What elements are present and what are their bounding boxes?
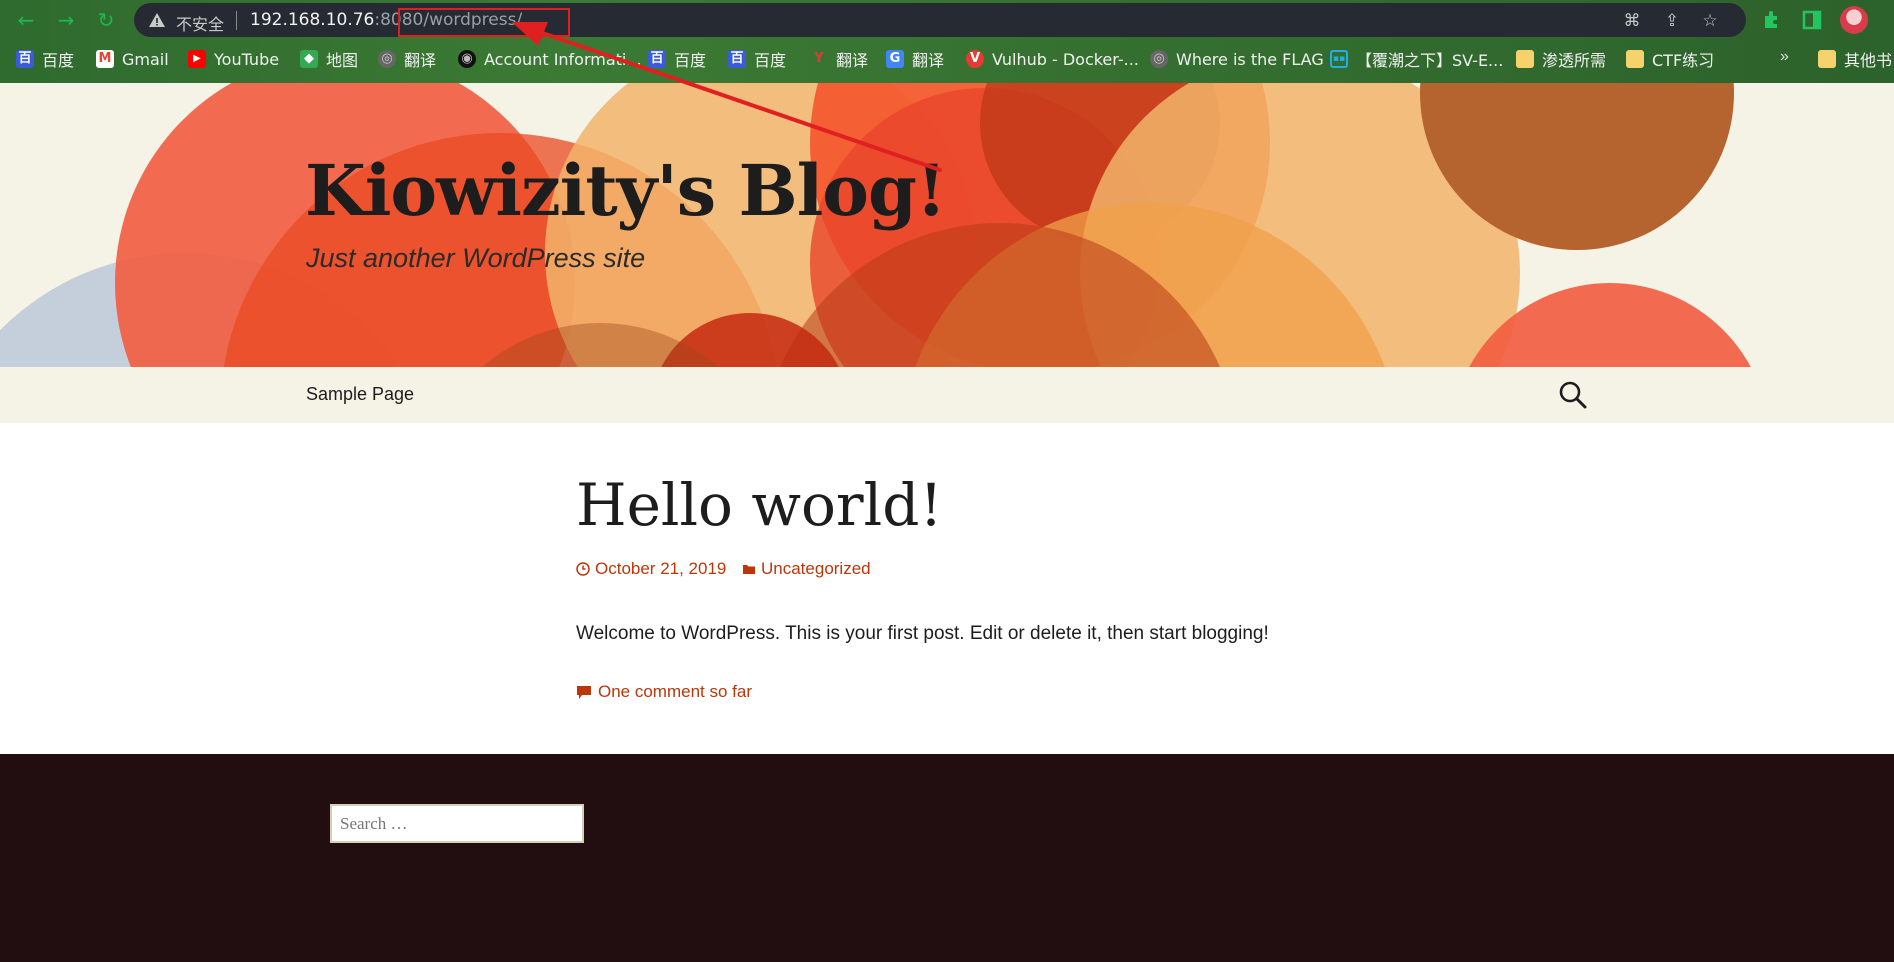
search-icon[interactable] bbox=[1558, 380, 1588, 410]
bilibili-icon: ▪▪ bbox=[1330, 50, 1348, 68]
main-content: Hello world! October 21, 2019 Uncategori… bbox=[0, 423, 1894, 754]
post-category-text: Uncategorized bbox=[761, 559, 871, 578]
bookmark-label: 翻译 bbox=[836, 51, 869, 70]
other-bookmarks[interactable]: 其他书 bbox=[1818, 48, 1892, 70]
bookmark-item[interactable]: ▶ YouTube bbox=[188, 48, 279, 70]
globe-icon: ◎ bbox=[378, 50, 396, 68]
vulhub-icon: V bbox=[966, 50, 984, 68]
site-title[interactable]: Kiowizity's Blog! bbox=[305, 149, 947, 232]
separator bbox=[236, 11, 237, 30]
bookmark-label: 百度 bbox=[754, 51, 787, 70]
comments-link-text: One comment so far bbox=[598, 682, 753, 701]
globe-icon: ◎ bbox=[1150, 50, 1168, 68]
baidu-icon: 百 bbox=[728, 50, 746, 68]
bookmark-label: 【覆潮之下】SV-E... bbox=[1356, 51, 1504, 70]
folder-icon bbox=[743, 565, 755, 574]
bookmark-item[interactable]: ◉ Account Informati... bbox=[458, 48, 642, 70]
bookmark-label: 百度 bbox=[674, 51, 707, 70]
folder-icon bbox=[1626, 50, 1644, 68]
bookmark-item[interactable]: M Gmail bbox=[96, 48, 169, 70]
nav-item-sample-page[interactable]: Sample Page bbox=[306, 384, 414, 405]
bookmark-label: 翻译 bbox=[404, 51, 437, 70]
comments-link[interactable]: One comment so far bbox=[576, 682, 752, 702]
bookmark-item[interactable]: G 翻译 bbox=[886, 48, 944, 70]
back-arrow-icon[interactable]: ← bbox=[12, 6, 40, 34]
bookmark-item[interactable]: CTF练习 bbox=[1626, 48, 1714, 70]
bookmark-item[interactable]: ◆ 地图 bbox=[300, 48, 358, 70]
bookmarks-bar: 百百度 M Gmail ▶ YouTube ◆ 地图 ◎ 翻译 ◉ Account Inf… bbox=[0, 44, 1894, 74]
clock-icon bbox=[576, 562, 590, 576]
security-label[interactable]: 不安全 bbox=[176, 11, 224, 35]
bookmark-item[interactable]: V Vulhub - Docker-... bbox=[966, 48, 1139, 70]
post-title[interactable]: Hello world! bbox=[576, 471, 943, 539]
bookmark-item[interactable]: ◎ 翻译 bbox=[378, 48, 436, 70]
google-translate-icon: G bbox=[886, 50, 904, 68]
bookmark-label: Where is the FLAG bbox=[1176, 49, 1324, 69]
site-footer bbox=[0, 754, 1894, 962]
baidu-icon: 百 bbox=[648, 50, 666, 68]
post-date-text: October 21, 2019 bbox=[595, 559, 727, 578]
main-navigation: Sample Page bbox=[0, 367, 1894, 423]
bookmark-item[interactable]: ◎ Where is the FLAG bbox=[1150, 48, 1324, 70]
bookmark-item[interactable]: ▪▪ 【覆潮之下】SV-E... bbox=[1330, 48, 1503, 70]
bookmark-label: 渗透所需 bbox=[1542, 51, 1607, 70]
folder-icon bbox=[1516, 50, 1534, 68]
folder-icon bbox=[1818, 50, 1836, 68]
baidu-icon: 百 bbox=[16, 50, 34, 68]
bookmark-label: Account Informati... bbox=[484, 49, 642, 69]
bookmark-label: 翻译 bbox=[912, 51, 945, 70]
bookmark-item[interactable]: 百百度 bbox=[648, 48, 706, 70]
account-icon: ◉ bbox=[458, 50, 476, 68]
gmail-icon: M bbox=[96, 50, 114, 68]
youtube-icon: ▶ bbox=[188, 50, 206, 68]
more-bookmarks-icon[interactable]: » bbox=[1780, 48, 1789, 66]
bookmark-label: Vulhub - Docker-... bbox=[992, 49, 1139, 69]
post-category[interactable]: Uncategorized bbox=[742, 559, 871, 579]
forward-arrow-icon[interactable]: → bbox=[52, 6, 80, 34]
bookmark-item[interactable]: 百百度 bbox=[728, 48, 786, 70]
browser-chrome: ← → ↻ 不安全 192.168.10.76:8080/wordpress/ … bbox=[0, 0, 1894, 83]
bookmark-label: 其他书 bbox=[1844, 51, 1893, 70]
bookmark-label: Gmail bbox=[122, 49, 169, 69]
profile-avatar[interactable] bbox=[1840, 6, 1868, 34]
comment-bubble-icon bbox=[577, 685, 591, 699]
reload-icon[interactable]: ↻ bbox=[92, 6, 120, 34]
maps-icon: ◆ bbox=[300, 50, 318, 68]
footer-search-input[interactable] bbox=[330, 804, 584, 843]
url-annotation-box bbox=[398, 8, 570, 37]
sidebar-icon[interactable] bbox=[1800, 8, 1824, 32]
extensions-icon[interactable] bbox=[1761, 8, 1785, 32]
bookmark-item[interactable]: 百百度 bbox=[16, 48, 74, 70]
header-circles-graphic bbox=[0, 83, 1751, 367]
bookmark-label: CTF练习 bbox=[1652, 51, 1715, 70]
post-excerpt: Welcome to WordPress. This is your first… bbox=[576, 623, 1269, 644]
bookmark-label: 地图 bbox=[326, 51, 359, 70]
site-description: Just another WordPress site bbox=[306, 243, 646, 273]
translate-icon[interactable]: ⌘ bbox=[1622, 11, 1642, 31]
bookmark-label: YouTube bbox=[214, 49, 280, 69]
url-host: 192.168.10.76 bbox=[250, 10, 375, 30]
bookmark-label: 百度 bbox=[42, 51, 75, 70]
bookmark-item[interactable]: Y 翻译 bbox=[810, 48, 868, 70]
address-bar[interactable]: 不安全 192.168.10.76:8080/wordpress/ ⌘ ⇪ ☆ bbox=[134, 3, 1746, 37]
bookmark-item[interactable]: 渗透所需 bbox=[1516, 48, 1606, 70]
post-date[interactable]: October 21, 2019 bbox=[576, 559, 726, 579]
youdao-icon: Y bbox=[814, 51, 824, 66]
site-header: Kiowizity's Blog! Just another WordPress… bbox=[0, 83, 1894, 367]
share-icon[interactable]: ⇪ bbox=[1662, 11, 1682, 31]
warning-icon bbox=[149, 13, 165, 27]
star-icon[interactable]: ☆ bbox=[1700, 11, 1720, 31]
